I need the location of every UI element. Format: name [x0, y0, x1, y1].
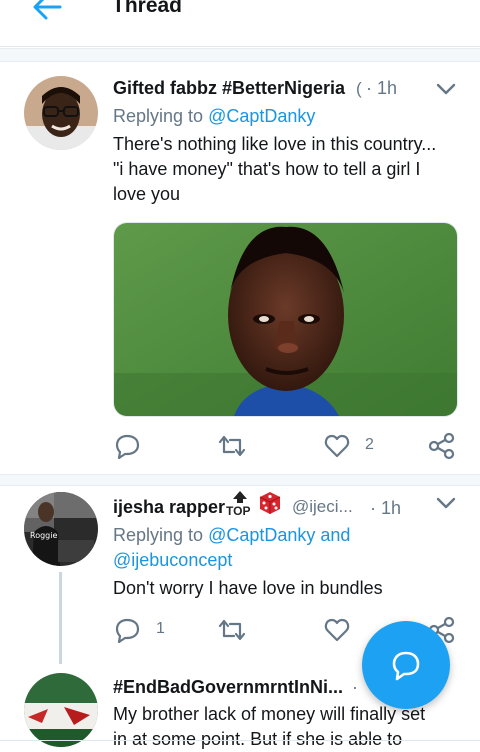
avatar[interactable] — [24, 76, 98, 150]
top-badge-label: TOP — [226, 504, 251, 518]
avatar[interactable]: Roggie — [24, 492, 98, 566]
svg-text:Roggie: Roggie — [30, 531, 57, 540]
tweet-text-line: My brother lack of money will finally se… — [113, 704, 426, 724]
thread-connector — [59, 572, 62, 664]
chevron-down-icon[interactable] — [436, 496, 456, 510]
display-name[interactable]: Gifted fabbz #BetterNigeria — [113, 78, 345, 99]
tweet-photo[interactable] — [113, 222, 458, 417]
timestamp[interactable]: · 1h — [370, 498, 401, 519]
tweet-text-line: There's nothing like love in this countr… — [113, 134, 437, 154]
page-title: Thread — [112, 0, 183, 17]
retweet-icon[interactable] — [218, 432, 246, 460]
replying-to: Replying to @CaptDanky and — [113, 523, 350, 548]
like-icon[interactable] — [323, 432, 351, 460]
retweet-icon[interactable] — [218, 616, 246, 644]
replying-prefix: Replying to — [113, 106, 209, 126]
avatar[interactable] — [24, 673, 98, 747]
divider — [0, 48, 480, 62]
dice-icon — [259, 492, 281, 514]
back-button[interactable] — [30, 0, 64, 22]
back-arrow-icon — [33, 0, 62, 20]
display-name[interactable]: #EndBadGovernmrntInNi... — [113, 677, 343, 698]
like-count: 2 — [365, 436, 374, 453]
mention-link[interactable]: @ijebuconcept — [113, 548, 232, 573]
timestamp[interactable]: · — [352, 677, 358, 698]
replying-prefix: Replying to — [113, 525, 209, 545]
divider — [0, 740, 480, 741]
reply-icon[interactable] — [113, 432, 141, 460]
tweet-text: Don't worry I have love in bundles — [113, 578, 383, 598]
top-badge-icon: TOP — [226, 490, 254, 520]
display-name[interactable]: ijesha rapper — [113, 497, 225, 518]
reply-count: 1 — [156, 620, 165, 637]
compose-reply-button[interactable] — [362, 621, 450, 709]
replying-to: Replying to @CaptDanky — [113, 104, 315, 129]
timestamp[interactable]: · 1h — [366, 78, 397, 99]
divider — [0, 474, 480, 486]
top-bar: Thread — [0, 0, 480, 47]
handle[interactable]: @ijeci... — [292, 497, 353, 517]
mention-link[interactable]: @CaptDanky — [208, 106, 315, 126]
compose-reply-icon — [392, 651, 420, 681]
mention-link[interactable]: @CaptDanky — [208, 525, 315, 545]
tweet-text-line: "i have money" that's how to tell a girl… — [113, 159, 421, 179]
tweet-text-line: love you — [113, 184, 181, 204]
replying-and: and — [315, 525, 351, 545]
reply-icon[interactable] — [113, 616, 141, 644]
chevron-down-icon[interactable] — [436, 82, 456, 96]
like-icon[interactable] — [323, 616, 351, 644]
share-icon[interactable] — [428, 432, 456, 460]
handle[interactable]: ( — [356, 79, 362, 99]
